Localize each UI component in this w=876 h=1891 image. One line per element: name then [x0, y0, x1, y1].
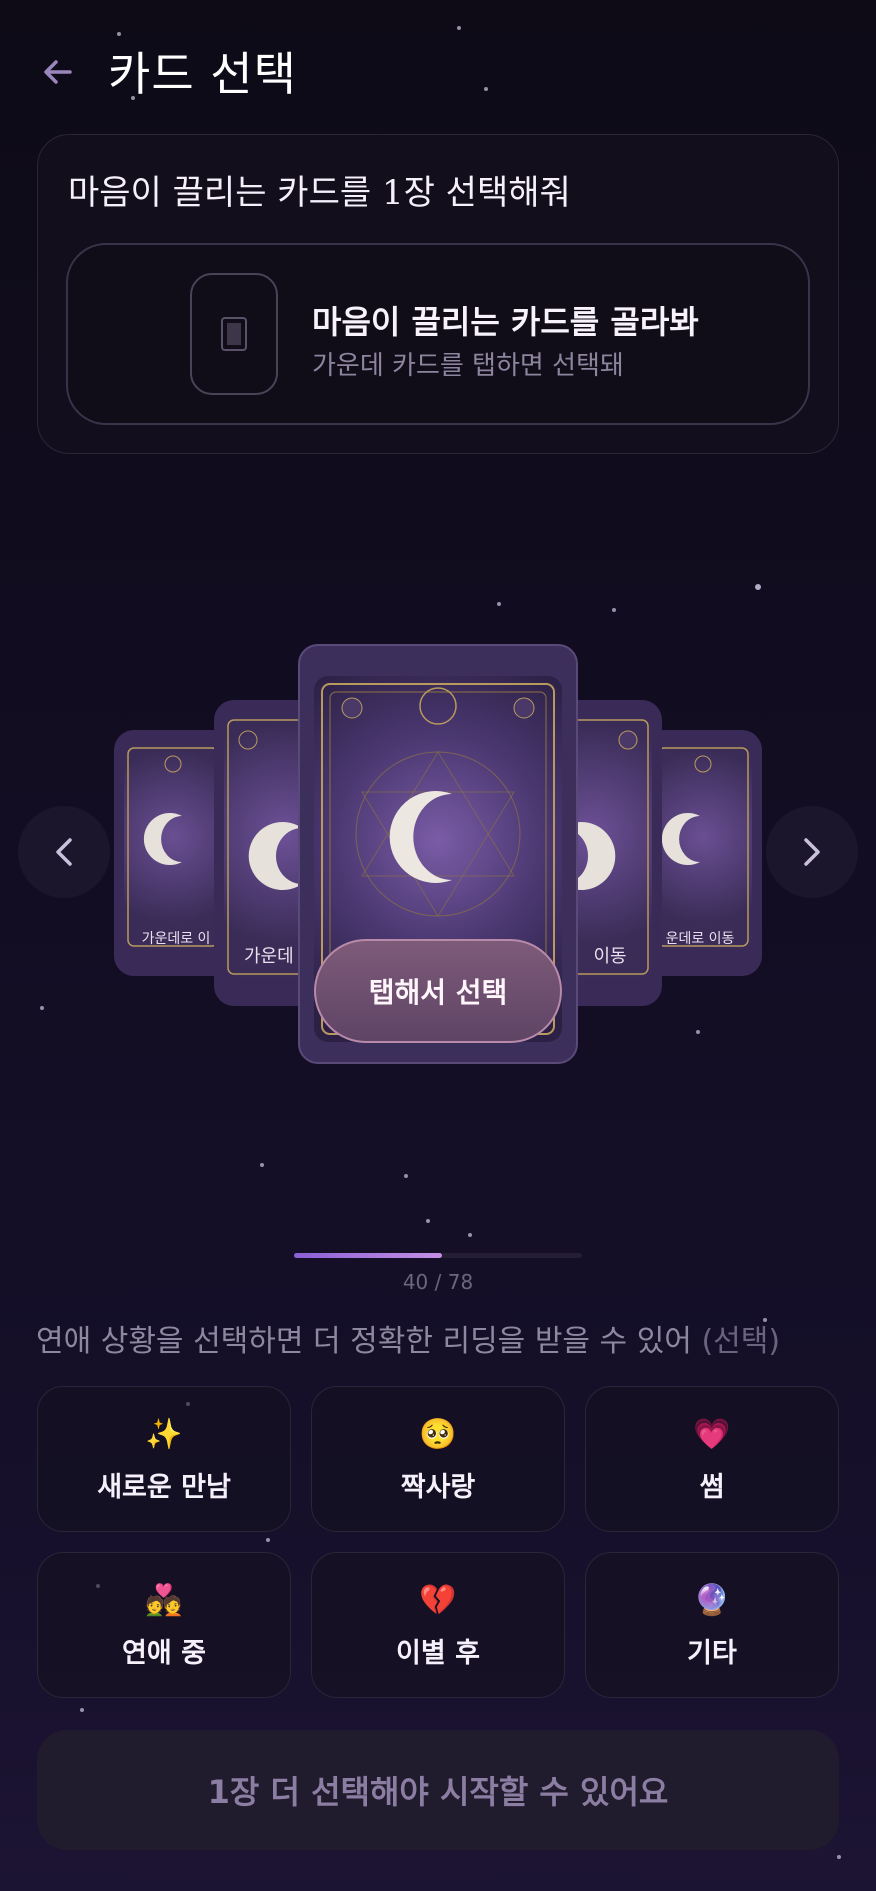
card-label: 운데로 이동: [665, 931, 735, 947]
star: [404, 1174, 408, 1178]
chip-label: 이별 후: [396, 1638, 480, 1669]
optional-label: (선택): [701, 1324, 781, 1359]
growing-heart-icon: 💗: [693, 1417, 731, 1452]
card-label: 가운데로 이: [141, 931, 211, 947]
progress-fill: [294, 1253, 442, 1258]
progress-text: 40 / 78: [402, 1270, 474, 1294]
header: 카드 선택: [0, 0, 876, 140]
progress-bar: [294, 1253, 582, 1258]
star: [696, 1030, 700, 1034]
chip-some[interactable]: 💗 썸: [585, 1386, 839, 1532]
instruction-panel: 마음이 끌리는 카드를 1장 선택해줘 마음이 끌리는 카드를 골라봐 가운데 …: [37, 134, 839, 454]
situation-prompt-text: 연애 상황을 선택하면 더 정확한 리딩을 받을 수 있어: [36, 1324, 692, 1359]
chip-breakup[interactable]: 💔 이별 후: [311, 1552, 565, 1698]
couple-heart-icon: 💑: [145, 1583, 183, 1618]
carousel-next-button[interactable]: [766, 806, 858, 898]
chevron-right-icon: [804, 838, 820, 866]
panel-title: 마음이 끌리는 카드를 1장 선택해줘: [68, 173, 571, 213]
carousel-prev-button[interactable]: [18, 806, 110, 898]
crystal-ball-icon: 🔮: [693, 1583, 731, 1618]
page-title: 카드 선택: [108, 47, 297, 101]
chip-label: 새로운 만남: [97, 1472, 231, 1503]
chip-other[interactable]: 🔮 기타: [585, 1552, 839, 1698]
star: [837, 1855, 841, 1859]
moon-icon: [127, 747, 219, 947]
chip-new-meeting[interactable]: ✨ 새로운 만남: [37, 1386, 291, 1532]
star: [497, 602, 501, 606]
tap-to-select-button[interactable]: 탭해서 선택: [314, 939, 562, 1043]
chevron-left-icon: [56, 838, 72, 866]
broken-heart-icon: 💔: [419, 1583, 457, 1618]
situation-prompt: 연애 상황을 선택하면 더 정확한 리딩을 받을 수 있어 (선택): [36, 1316, 780, 1360]
chip-label: 짝사랑: [400, 1472, 476, 1503]
chip-crush[interactable]: 🥺 짝사랑: [311, 1386, 565, 1532]
hint-title: 마음이 끌리는 카드를 골라봐: [312, 303, 699, 341]
chip-label: 기타: [687, 1638, 737, 1669]
card-label: 이동: [593, 946, 627, 967]
chip-label: 썸: [699, 1472, 725, 1503]
star: [468, 1233, 472, 1237]
star: [260, 1163, 264, 1167]
moon-icon: [657, 747, 749, 947]
chip-dating[interactable]: 💑 연애 중: [37, 1552, 291, 1698]
start-button[interactable]: 1장 더 선택해야 시작할 수 있어요: [37, 1730, 839, 1850]
star: [80, 1708, 84, 1712]
hint-box: 마음이 끌리는 카드를 골라봐 가운데 카드를 탭하면 선택돼: [66, 243, 810, 425]
star: [426, 1219, 430, 1223]
star: [266, 1538, 270, 1542]
star: [755, 584, 761, 590]
star: [40, 1006, 44, 1010]
back-button[interactable]: [36, 50, 80, 94]
arrow-left-icon: [44, 60, 72, 84]
pleading-face-icon: 🥺: [419, 1417, 457, 1452]
hint-subtitle: 가운데 카드를 탭하면 선택돼: [312, 351, 624, 381]
star: [612, 608, 616, 612]
card-placeholder-icon: [190, 273, 278, 395]
chip-label: 연애 중: [122, 1638, 206, 1669]
sparkles-icon: ✨: [145, 1417, 183, 1452]
